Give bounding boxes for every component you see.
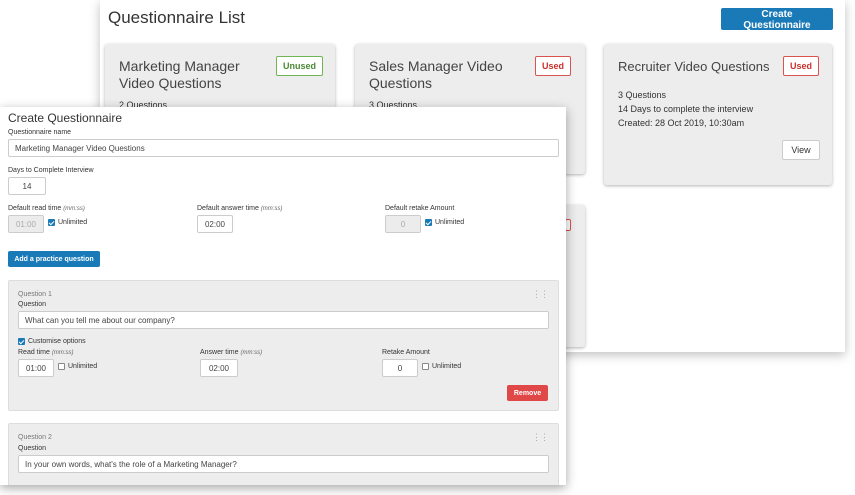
retake-unlimited-checkbox[interactable]: Unlimited [422,363,461,370]
question-panel: Question 1 ⋮⋮ Question What can you tell… [8,280,559,411]
retake-unlimited-checkbox[interactable]: Unlimited [425,219,464,226]
answer-time-label: Default answer time (mm:ss) [197,205,283,212]
create-questionnaire-form: Create Questionnaire Questionnaire name … [0,107,566,485]
answer-time-field[interactable]: 02:00 [200,359,238,377]
name-label: Questionnaire name [8,129,72,136]
card-created: Created: 28 Oct 2019, 10:30am [618,118,745,128]
days-field[interactable]: 14 [8,177,46,195]
customise-options-checkbox[interactable]: Customise options [18,338,86,345]
answer-time-field[interactable]: 02:00 [197,215,233,233]
days-label: Days to Complete Interview [8,167,94,174]
card-title: Sales Manager Video Questions [369,58,503,91]
checkbox-icon [422,363,429,370]
question-number: Question 2 [18,434,52,441]
retake-label: Retake Amount [382,349,430,356]
drag-handle-icon[interactable]: ⋮⋮ [532,289,549,300]
answer-time-label: Answer time (mm:ss) [200,349,263,356]
create-questionnaire-button[interactable]: Create Questionnaire [721,8,833,31]
checkbox-icon [48,219,55,226]
question-field[interactable]: What can you tell me about our company? [18,311,549,329]
card-title: Recruiter Video Questions [618,59,770,74]
retake-field[interactable]: 0 [385,215,421,233]
read-unlimited-checkbox[interactable]: Unlimited [58,363,97,370]
add-practice-question-button[interactable]: Add a practice question [8,251,100,267]
status-badge: Used [534,56,571,76]
read-time-label: Read time (mm:ss) [18,349,74,356]
read-time-field[interactable]: 01:00 [18,359,54,377]
card-days: 14 Days to complete the interview [618,104,754,114]
read-time-field[interactable]: 01:00 [8,215,44,233]
retake-label: Default retake Amount [385,205,455,212]
drag-handle-icon[interactable]: ⋮⋮ [532,432,549,443]
question-label: Question [18,301,47,308]
question-number: Question 1 [18,291,52,298]
status-badge: Unused [275,56,323,76]
view-button[interactable]: View [782,140,820,160]
form-title: Create Questionnaire [8,111,123,125]
question-field[interactable]: In your own words, what's the role of a … [18,455,549,473]
question-panel: Question 2 ⋮⋮ Question In your own words… [8,423,559,485]
retake-field[interactable]: 0 [382,359,418,377]
read-time-label: Default read time (mm:ss) [8,205,85,212]
checkbox-icon [425,219,432,226]
remove-question-button[interactable]: Remove [507,385,548,401]
card-title: Marketing Manager Video Questions [119,58,240,91]
page-title: Questionnaire List [108,8,246,27]
status-badge: Used [782,56,819,76]
question-label: Question [18,445,47,452]
read-unlimited-checkbox[interactable]: Unlimited [48,219,87,226]
checkbox-icon [18,338,25,345]
card-question-count: 3 Questions [618,90,667,100]
checkbox-icon [58,363,65,370]
questionnaire-card[interactable]: Recruiter Video Questions Used 3 Questio… [604,44,832,185]
name-field[interactable]: Marketing Manager Video Questions [8,139,559,157]
